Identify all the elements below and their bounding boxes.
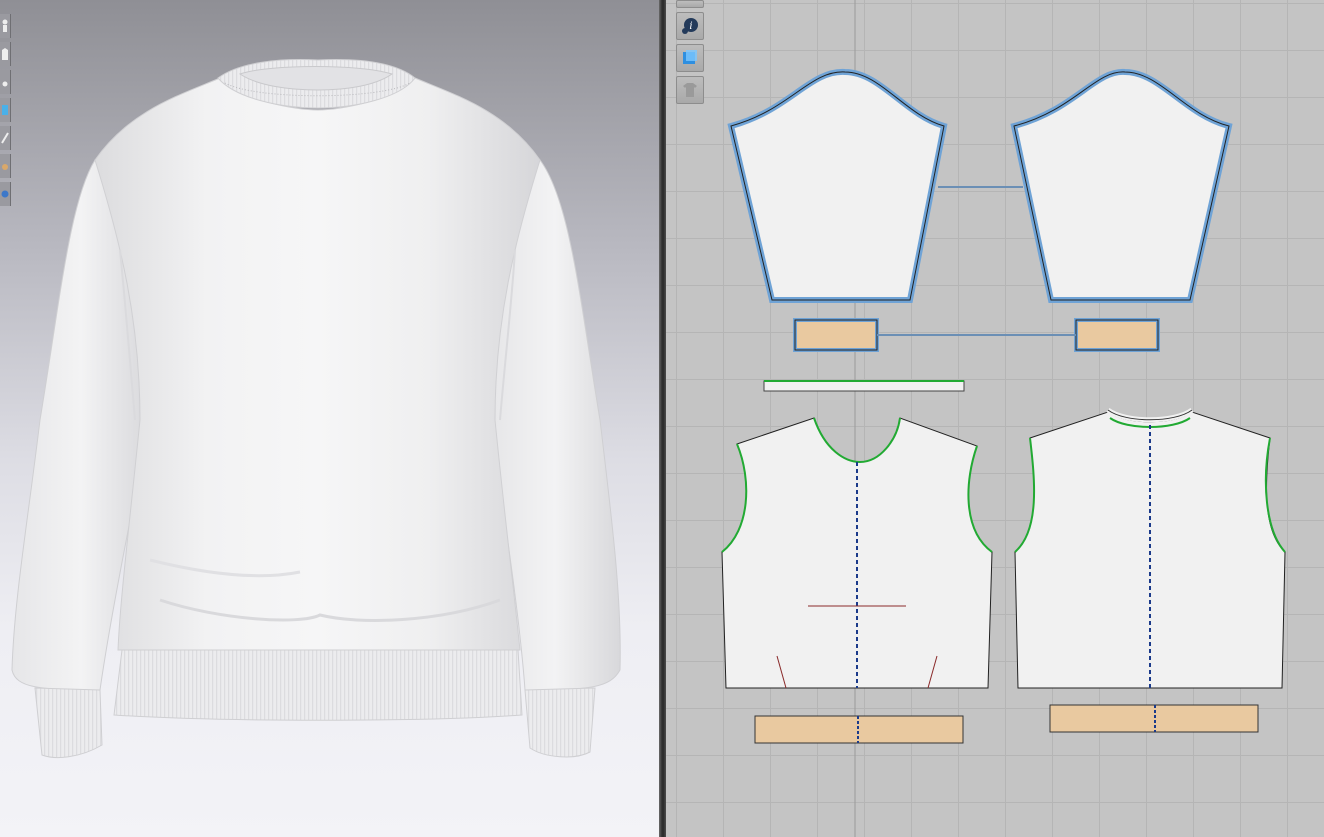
fold-icon <box>2 105 8 115</box>
left-cuff <box>34 687 103 759</box>
pin-tool[interactable] <box>0 70 11 94</box>
avatar-icon <box>2 19 8 32</box>
tape-tool[interactable] <box>0 154 11 178</box>
show-piece-icon <box>683 50 697 64</box>
pattern-piece-neckband[interactable] <box>763 380 965 392</box>
viewport-splitter[interactable] <box>659 0 666 837</box>
lock-shirt-icon <box>683 83 697 97</box>
3d-viewport[interactable] <box>0 0 659 837</box>
info-tool[interactable]: i <box>676 12 704 40</box>
hem-rib-band <box>113 649 523 721</box>
fold-tool[interactable] <box>0 98 11 122</box>
pattern-piece-front[interactable] <box>721 417 993 689</box>
partial-tool[interactable] <box>676 0 704 8</box>
2d-toolbar: i <box>676 0 704 108</box>
3d-toolbar <box>0 14 12 210</box>
pattern-piece-back[interactable] <box>1014 407 1286 689</box>
texture-tool[interactable] <box>0 126 11 150</box>
pattern-piece-hem-front[interactable] <box>754 715 964 744</box>
pattern-piece-sleeve-right[interactable] <box>1010 68 1233 303</box>
garment-tool[interactable] <box>0 42 11 66</box>
right-cuff <box>524 687 596 758</box>
pattern-canvas[interactable] <box>666 0 1324 837</box>
show-piece-tool[interactable] <box>676 44 704 72</box>
svg-text:i: i <box>689 21 692 32</box>
pattern-piece-hem-back[interactable] <box>1049 704 1259 733</box>
texture-icon <box>1 132 9 144</box>
avatar-tool[interactable] <box>0 14 11 38</box>
pin-icon <box>2 81 8 87</box>
2d-pattern-viewport[interactable] <box>666 0 1324 837</box>
globe-icon <box>1 190 9 198</box>
garment-icon <box>2 48 8 60</box>
globe-tool[interactable] <box>0 182 11 206</box>
tape-icon <box>2 164 8 170</box>
pattern-piece-cuff-left[interactable] <box>793 318 879 352</box>
lock-shirt-tool[interactable] <box>676 76 704 104</box>
sweatshirt-3d-render[interactable] <box>0 0 659 837</box>
pattern-piece-sleeve-left[interactable] <box>727 68 948 303</box>
pattern-piece-cuff-right[interactable] <box>1074 318 1160 352</box>
info-icon: i <box>682 18 698 34</box>
